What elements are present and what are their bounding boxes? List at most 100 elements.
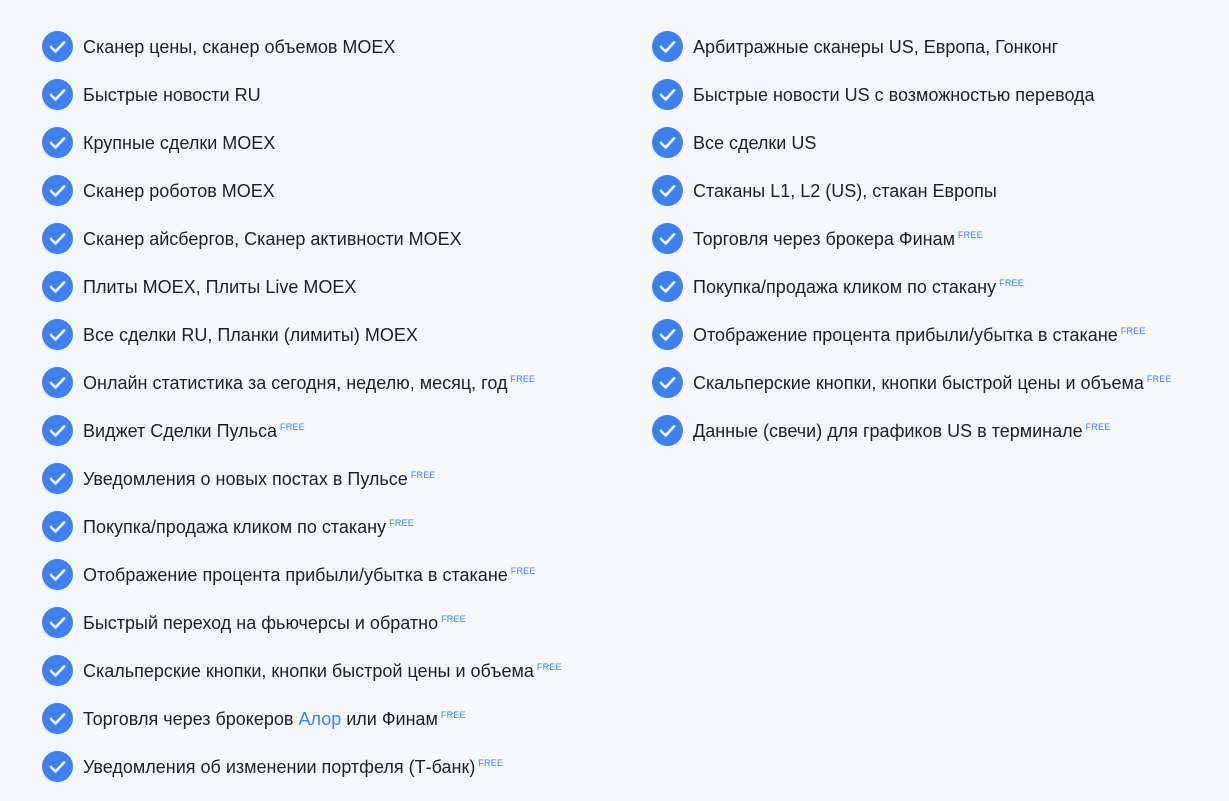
list-item: Торговля через брокера Финам FREE (652, 223, 1222, 271)
list-item: Скальперские кнопки, кнопки быстрой цены… (652, 367, 1222, 415)
feature-text: Отображение процента прибыли/убытка в ст… (83, 565, 508, 585)
feature-text: Плиты MOEX, Плиты Live MOEX (83, 277, 357, 297)
feature-label: Данные (свечи) для графиков US в термина… (693, 420, 1110, 442)
feature-text: Отображение процента прибыли/убытка в ст… (693, 325, 1118, 345)
feature-label: Отображение процента прибыли/убытка в ст… (83, 564, 536, 586)
list-item: Покупка/продажа кликом по стакану FREE (652, 271, 1222, 319)
list-item: Отображение процента прибыли/убытка в ст… (652, 319, 1222, 367)
feature-text: Все сделки US (693, 133, 817, 153)
feature-list-right: Арбитражные сканеры US, Европа, Гонконг … (652, 31, 1222, 463)
feature-text: Арбитражные сканеры US, Европа, Гонконг (693, 37, 1059, 57)
feature-text: Данные (свечи) для графиков US в термина… (693, 421, 1083, 441)
feature-text: Сканер роботов MOEX (83, 181, 275, 201)
feature-text: Скальперские кнопки, кнопки быстрой цены… (83, 661, 534, 681)
free-badge: FREE (1120, 326, 1146, 336)
feature-text: Быстрый переход на фьючерсы и обратно (83, 613, 439, 633)
free-badge: FREE (1085, 422, 1111, 432)
feature-text: Виджет Сделки Пульса (83, 421, 278, 441)
free-badge: FREE (389, 518, 414, 528)
feature-label: Уведомления об изменении портфеля (Т-бан… (83, 756, 503, 778)
feature-list-left: Сканер цены, сканер объемов MOEX Быстрые… (42, 31, 632, 799)
feature-label: Сканер айсбергов, Сканер активности MOEX (83, 228, 462, 250)
list-item: Сканер айсбергов, Сканер активности MOEX (42, 223, 632, 271)
free-badge: FREE (510, 566, 536, 576)
feature-label: Покупка/продажа кликом по стакану FREE (693, 276, 1024, 298)
feature-label: Торговля через брокеров Алор или Финам FR… (83, 708, 466, 730)
free-badge: FREE (440, 710, 466, 720)
feature-label: Виджет Сделки Пульса FREE (83, 420, 305, 442)
list-item: Торговля через брокеров Алор или Финам FR… (42, 703, 632, 751)
check-icon (652, 319, 683, 350)
feature-text: Быстрые новости RU (83, 85, 261, 105)
check-icon (42, 127, 73, 158)
list-item: Крупные сделки MOEX (42, 127, 632, 175)
feature-text: Крупные сделки MOEX (83, 133, 276, 153)
feature-text: Уведомления о новых постах в Пульсе (83, 469, 408, 489)
feature-text-after: или Финам (346, 709, 438, 729)
list-item: Отображение процента прибыли/убытка в ст… (42, 559, 632, 607)
feature-text: Покупка/продажа кликом по стакану (693, 277, 997, 297)
check-icon (42, 223, 73, 254)
list-item: Данные (свечи) для графиков US в термина… (652, 415, 1222, 463)
feature-label: Сканер роботов MOEX (83, 180, 275, 202)
list-item: Плиты MOEX, Плиты Live MOEX (42, 271, 632, 319)
feature-label: Крупные сделки MOEX (83, 132, 275, 154)
check-icon (652, 127, 683, 158)
free-badge: FREE (957, 230, 983, 240)
free-badge: FREE (280, 422, 305, 432)
feature-label: Все сделки RU, Планки (лимиты) MOEX (83, 324, 418, 346)
list-item: Сканер цены, сканер объемов MOEX (42, 31, 632, 79)
check-icon (652, 31, 683, 62)
free-badge: FREE (441, 614, 466, 624)
feature-label: Покупка/продажа кликом по стакану FREE (83, 516, 414, 538)
feature-text: Быстрые новости US с возможностью перево… (693, 85, 1095, 105)
feature-text: Сканер цены, сканер объемов MOEX (83, 37, 396, 57)
check-icon (652, 271, 683, 302)
feature-text: Все сделки RU, Планки (лимиты) MOEX (83, 325, 418, 345)
list-item: Быстрые новости RU (42, 79, 632, 127)
feature-text: Торговля через брокера Финам (693, 229, 955, 249)
alor-broker-link[interactable]: Алор (298, 709, 341, 729)
feature-label: Уведомления о новых постах в Пульсе FREE (83, 468, 436, 490)
free-badge: FREE (478, 758, 504, 768)
check-icon (42, 319, 73, 350)
check-icon (652, 223, 683, 254)
list-item: Все сделки US (652, 127, 1222, 175)
check-icon (652, 415, 683, 446)
feature-label: Скальперские кнопки, кнопки быстрой цены… (83, 660, 562, 682)
check-icon (42, 175, 73, 206)
check-icon (652, 367, 683, 398)
feature-label: Плиты MOEX, Плиты Live MOEX (83, 276, 356, 298)
feature-label: Быстрые новости RU (83, 84, 261, 106)
check-icon (42, 607, 73, 638)
feature-text: Онлайн статистика за сегодня, неделю, ме… (83, 373, 508, 393)
list-item: Все сделки RU, Планки (лимиты) MOEX (42, 319, 632, 367)
check-icon (42, 271, 73, 302)
check-icon (42, 79, 73, 110)
list-item: Быстрые новости US с возможностью перево… (652, 79, 1222, 127)
free-badge: FREE (536, 662, 562, 672)
free-badge: FREE (1146, 374, 1172, 384)
free-badge: FREE (999, 278, 1024, 288)
check-icon (42, 511, 73, 542)
feature-text: Сканер айсбергов, Сканер активности MOEX (83, 229, 462, 249)
feature-label: Торговля через брокера Финам FREE (693, 228, 983, 250)
feature-text: Стаканы L1, L2 (US), стакан Европы (693, 181, 997, 201)
feature-text: Уведомления об изменении портфеля (Т-бан… (83, 757, 476, 777)
list-item: Быстрый переход на фьючерсы и обратно FRE… (42, 607, 632, 655)
check-icon (652, 175, 683, 206)
feature-label: Арбитражные сканеры US, Европа, Гонконг (693, 36, 1058, 58)
check-icon (42, 415, 73, 446)
feature-label: Скальперские кнопки, кнопки быстрой цены… (693, 372, 1172, 394)
feature-label: Все сделки US (693, 132, 816, 154)
list-item: Покупка/продажа кликом по стакану FREE (42, 511, 632, 559)
feature-label: Быстрые новости US с возможностью перево… (693, 84, 1095, 106)
list-item: Уведомления об изменении портфеля (Т-бан… (42, 751, 632, 799)
feature-label: Отображение процента прибыли/убытка в ст… (693, 324, 1146, 346)
list-item: Стаканы L1, L2 (US), стакан Европы (652, 175, 1222, 223)
feature-label: Онлайн статистика за сегодня, неделю, ме… (83, 372, 535, 394)
list-item: Уведомления о новых постах в Пульсе FREE (42, 463, 632, 511)
check-icon (42, 751, 73, 782)
list-item: Онлайн статистика за сегодня, неделю, ме… (42, 367, 632, 415)
list-item: Скальперские кнопки, кнопки быстрой цены… (42, 655, 632, 703)
